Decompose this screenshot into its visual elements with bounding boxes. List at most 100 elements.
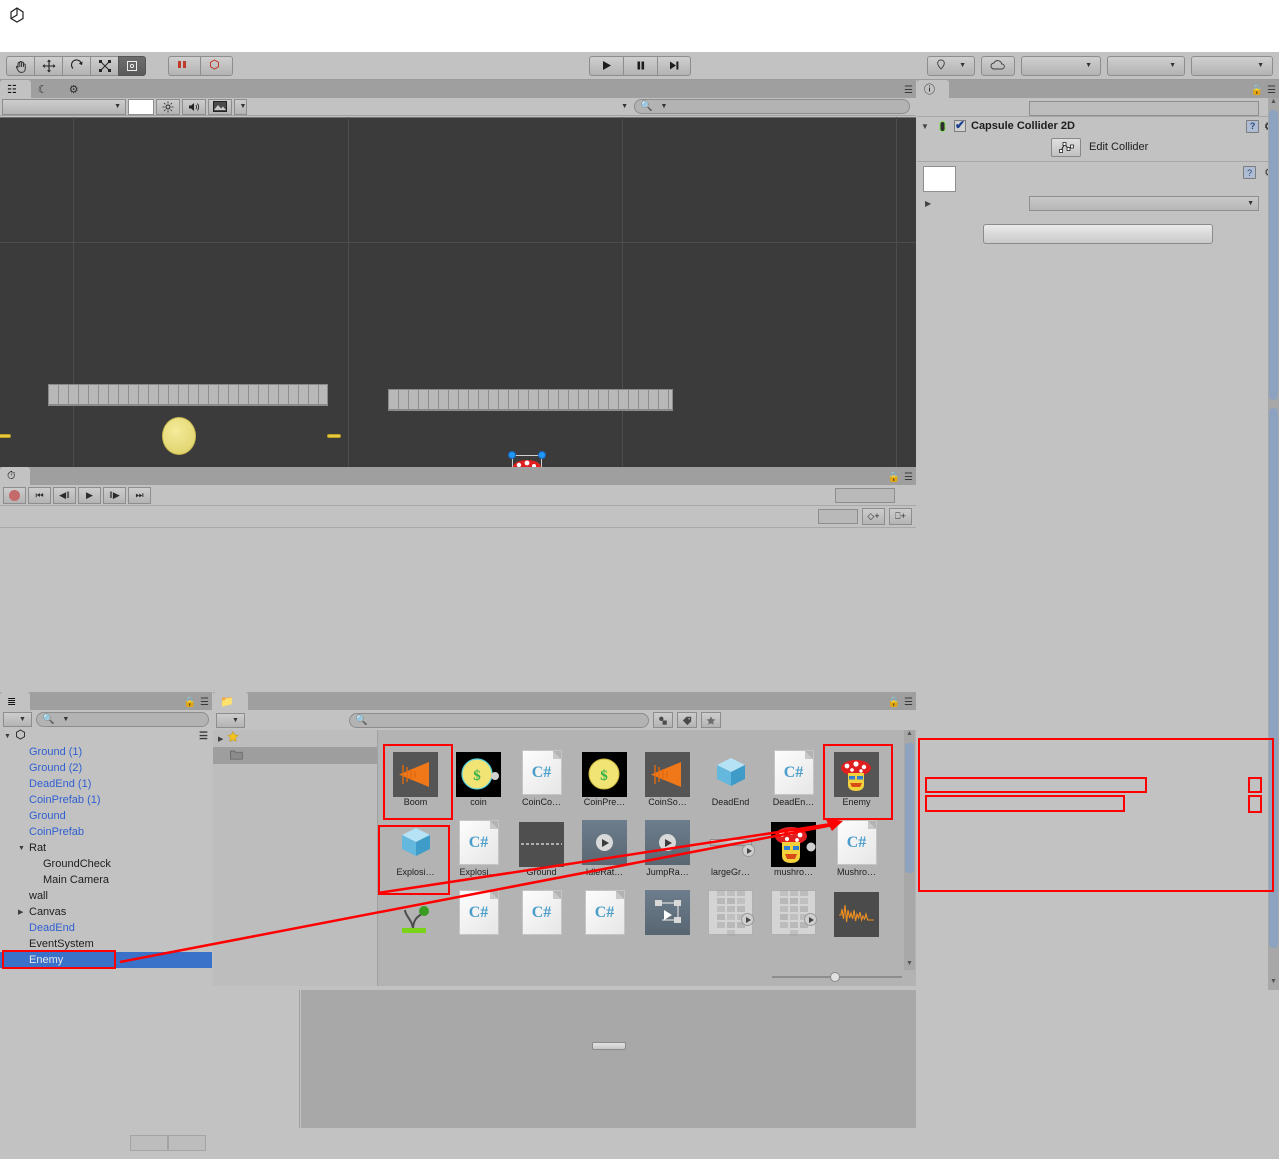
tab-game[interactable]: ☾ (31, 80, 62, 98)
asset-item[interactable]: C# Mushro… (825, 817, 888, 887)
hierarchy-create-button[interactable]: ▼ (3, 711, 32, 727)
resize-handle-tl[interactable] (508, 451, 516, 459)
local-toggle-button[interactable] (200, 55, 233, 76)
foldout-icon[interactable]: ▶ (218, 735, 223, 743)
project-tree-favorites[interactable]: ▶ (213, 730, 377, 747)
scroll-down-icon[interactable]: ▼ (905, 960, 914, 970)
add-component-button[interactable] (983, 224, 1213, 244)
add-keyframe-button[interactable]: ◇+ (862, 508, 885, 525)
step-button[interactable] (656, 55, 691, 76)
scene-viewport[interactable] (0, 117, 916, 467)
foldout-icon[interactable]: ▶ (18, 908, 29, 916)
panel-menu-icon[interactable]: ☰ (904, 472, 913, 483)
asset-item[interactable] (762, 887, 825, 957)
lighting-toggle-button[interactable] (156, 98, 180, 115)
draw-mode-dropdown[interactable]: ▼ (2, 98, 126, 115)
project-search-input[interactable]: 🔍 (348, 712, 649, 728)
move-tool-button[interactable] (34, 55, 62, 76)
effects-toggle-button[interactable] (208, 98, 232, 115)
enemy-object-selection[interactable] (505, 449, 549, 467)
lock-icon[interactable]: 🔒 (1251, 85, 1263, 96)
hierarchy-item-rat[interactable]: ▼ Rat (0, 840, 212, 856)
tab-scene[interactable]: ☷ (0, 80, 31, 98)
hierarchy-item-main-camera[interactable]: Main Camera (0, 872, 212, 888)
hand-tool-button[interactable] (6, 55, 34, 76)
hierarchy-item-ground-1[interactable]: Ground (1) (0, 744, 212, 760)
filter-by-label-button[interactable] (676, 712, 697, 728)
project-scroll-thumb[interactable] (905, 743, 914, 873)
foldout-icon[interactable]: ▼ (4, 733, 15, 740)
edit-collider-button[interactable] (1051, 137, 1081, 157)
component-header[interactable]: ▼Capsule Collider 2D?⚙ (917, 116, 1279, 135)
asset-item[interactable]: mushro… (762, 817, 825, 887)
inspector-tab-menu[interactable]: 🔒 ☰ (1251, 85, 1276, 96)
play-button[interactable] (588, 55, 623, 76)
tab-animator[interactable]: ⚙ (62, 80, 93, 98)
hierarchy-item-coinprefab-1[interactable]: CoinPrefab (1) (0, 792, 212, 808)
tab-animation[interactable]: ⏱ (0, 467, 30, 485)
scene-search-input[interactable]: 🔍 ▼ (634, 99, 910, 114)
hierarchy-tab-menu[interactable]: 🔒 ☰ (184, 697, 209, 708)
foldout-icon[interactable]: ▶ (925, 199, 935, 208)
project-folder-tree[interactable]: ▶ (213, 730, 378, 986)
collab-button[interactable]: ▼ (927, 55, 975, 76)
deadend-label[interactable] (0, 434, 11, 438)
next-frame-button[interactable]: ‖▶ (103, 486, 126, 504)
rotate-tool-button[interactable] (62, 55, 90, 76)
asset-item[interactable]: Enemy (825, 747, 888, 817)
layout-button[interactable]: ▼ (1191, 55, 1273, 76)
asset-item[interactable]: C# (447, 887, 510, 957)
asset-item[interactable]: C# CoinCo… (510, 747, 573, 817)
inspector-scrollbar[interactable]: ▲ ▼ (1268, 98, 1279, 990)
project-create-button[interactable]: ▼ (216, 712, 245, 728)
first-frame-button[interactable]: ⏮ (28, 486, 51, 504)
foldout-icon[interactable]: ▼ (18, 845, 29, 852)
menu-help[interactable] (116, 39, 134, 43)
foldout-icon[interactable]: ▼ (921, 122, 931, 131)
inspector-scroll-thumb[interactable] (1269, 408, 1278, 948)
asset-item[interactable] (699, 887, 762, 957)
asset-zoom-slider[interactable] (772, 971, 902, 983)
add-event-button[interactable]: ⎕+ (889, 508, 912, 525)
asset-item[interactable]: largeGr… (699, 817, 762, 887)
effects-dropdown-button[interactable]: ▼ (234, 98, 247, 115)
asset-item[interactable]: Boom (384, 747, 447, 817)
inspector-body[interactable]: ▼Capsule Collider 2D?⚙Edit Collider ? ⚙ … (917, 98, 1279, 990)
tab-inspector[interactable]: ⓘ (917, 80, 949, 98)
prev-frame-button[interactable]: ◀‖ (53, 486, 76, 504)
asset-item[interactable]: $ CoinPre… (573, 747, 636, 817)
ground-platform-left[interactable] (48, 384, 328, 406)
audio-toggle-button[interactable] (182, 98, 206, 115)
menu-file[interactable] (8, 39, 26, 43)
asset-item[interactable]: CoinSo… (636, 747, 699, 817)
panel-menu-icon[interactable]: ☰ (904, 85, 913, 96)
asset-item[interactable] (825, 887, 888, 957)
maximize-button[interactable] (1187, 0, 1233, 30)
menu-gameobject[interactable] (62, 39, 80, 43)
pause-button[interactable] (622, 55, 657, 76)
project-tree-assets[interactable] (213, 747, 377, 764)
hierarchy-item-groundcheck[interactable]: GroundCheck (0, 856, 212, 872)
ground-platform-right[interactable] (388, 389, 673, 411)
create-animation-button[interactable] (591, 1042, 626, 1050)
asset-item[interactable]: JumpRa… (636, 817, 699, 887)
hierarchy-item-deadend-1[interactable]: DeadEnd (1) (0, 776, 212, 792)
asset-item[interactable]: C# (510, 887, 573, 957)
lock-icon[interactable]: 🔒 (888, 472, 900, 483)
hierarchy-item-ground[interactable]: Ground (0, 808, 212, 824)
hierarchy-item-ground-2[interactable]: Ground (2) (0, 760, 212, 776)
shader-dropdown[interactable]: ▼ (1029, 195, 1259, 211)
panel-menu-icon[interactable]: ☰ (200, 697, 209, 708)
scroll-down-icon[interactable]: ▼ (1269, 978, 1278, 988)
minimize-button[interactable] (1141, 0, 1187, 30)
tab-project[interactable]: 📁 (213, 692, 248, 710)
order-in-layer-field[interactable] (1029, 100, 1259, 116)
close-button[interactable] (1233, 0, 1279, 30)
menu-edit[interactable] (26, 39, 44, 43)
favorites-filter-button[interactable] (700, 712, 721, 728)
lock-icon[interactable]: 🔒 (184, 697, 196, 708)
asset-item[interactable]: C# Explosi… (447, 817, 510, 887)
hierarchy-item-enemy[interactable]: Enemy (0, 952, 212, 968)
lock-icon[interactable]: 🔒 (888, 697, 900, 708)
scroll-up-icon[interactable]: ▲ (905, 730, 914, 740)
